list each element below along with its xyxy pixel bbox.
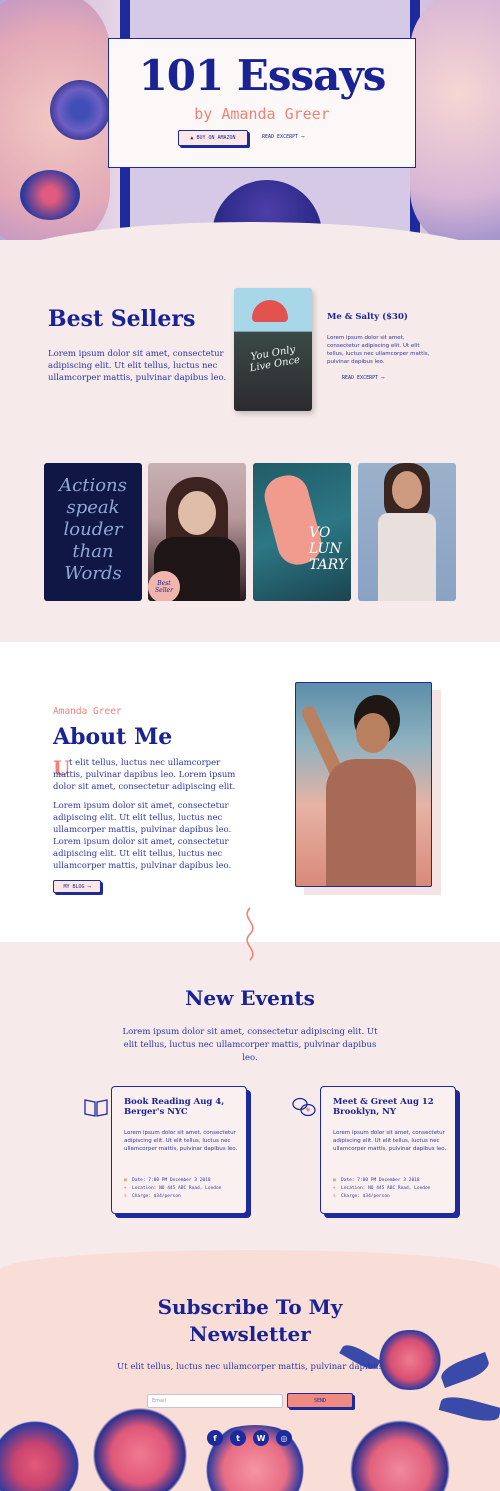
newsletter-title: Subscribe To My Newsletter: [0, 1294, 500, 1348]
event-meta: ▦ Date: 7:00 PM December 3 2018 ⌖ Location…: [124, 1177, 244, 1201]
about-paragraph-2: Lorem ipsum dolor sit amet, consectetur …: [53, 801, 232, 871]
event-title: Book Reading Aug 4, Berger's NYC: [124, 1097, 225, 1117]
event-card[interactable]: Meet & Greet Aug 12 Brooklyn, NY Lorem i…: [320, 1086, 456, 1214]
event-meta: ▦ Date: 7:00 PM December 3 2018 ⌖ Location…: [333, 1177, 453, 1201]
best-sellers-text: Lorem ipsum dolor sit amet, consectetur …: [48, 349, 227, 383]
featured-cover-text: You Only Live Once: [249, 344, 301, 375]
newsletter-title-line-2: Newsletter: [189, 1322, 311, 1346]
event-date: Date: 7:00 PM December 3 2018: [132, 1178, 211, 1183]
event-description: Lorem ipsum dolor sit amet, consectetur …: [333, 1130, 447, 1152]
buy-on-amazon-button[interactable]: ▲ BUY ON AMAZON: [178, 130, 248, 146]
best-sellers-title: Best Sellers: [48, 306, 196, 332]
rose-tattoo-icon: [50, 80, 110, 140]
author-portrait: [295, 682, 432, 887]
newsletter-subtitle: Ut elit tellus, luctus nec ullamcorper m…: [117, 1362, 383, 1372]
event-title: Meet & Greet Aug 12 Brooklyn, NY: [333, 1097, 434, 1117]
hero-title-card: 101 Essays by Amanda Greer: [108, 38, 416, 168]
about-pre-title: Amanda Greer: [53, 706, 122, 717]
portrait-face: [392, 471, 422, 509]
cover-text: VO LUN TARY: [309, 525, 348, 573]
facebook-icon[interactable]: f: [207, 1430, 223, 1446]
location-pin-icon: ⌖: [333, 1186, 336, 1191]
book-cover-dream[interactable]: [358, 463, 456, 601]
event-charge: Charge: $34/person: [341, 1194, 390, 1199]
location-pin-icon: ⌖: [124, 1186, 127, 1191]
event-charge: Charge: $34/person: [132, 1194, 181, 1199]
dollar-icon: $: [333, 1194, 336, 1199]
instagram-icon[interactable]: ◎: [276, 1430, 292, 1446]
featured-book-cover[interactable]: You Only Live Once: [234, 288, 312, 411]
featured-read-excerpt-link[interactable]: READ EXCERPT ⟶: [342, 375, 384, 381]
events-title: New Events: [185, 986, 315, 1010]
portrait-shirt: [378, 513, 436, 601]
book-author: by Amanda Greer: [194, 105, 330, 123]
event-location: Location: NO 445 ABC Road, London: [341, 1186, 431, 1191]
hero-section: 101 Essays by Amanda Greer ▲ BUY ON AMAZ…: [0, 0, 500, 240]
read-excerpt-link[interactable]: READ EXCERPT ⟶: [262, 134, 304, 140]
dollar-icon: $: [124, 1194, 127, 1199]
best-seller-badge: Best Seller: [148, 571, 180, 601]
book-cover-best-seller[interactable]: Best Seller: [148, 463, 246, 601]
featured-book-description: Lorem ipsum dolor sit amet, consectetur …: [327, 335, 430, 365]
wordpress-icon[interactable]: W: [253, 1430, 269, 1446]
my-blog-button[interactable]: MY BLOG ⟶: [53, 880, 101, 893]
squiggle-divider-icon: [246, 907, 254, 961]
featured-book-name: Me & Salty ($30): [327, 312, 408, 322]
twitter-icon[interactable]: t: [230, 1430, 246, 1446]
about-paragraph-1: t elit tellus, luctus nec ullamcorper ma…: [53, 758, 236, 792]
chat-bubbles-icon: [292, 1097, 316, 1117]
open-book-icon: [84, 1099, 108, 1117]
red-cap-icon: [252, 300, 288, 322]
portrait-body: [326, 759, 416, 886]
calendar-icon: ▦: [333, 1178, 336, 1183]
event-card[interactable]: Book Reading Aug 4, Berger's NYC Lorem i…: [111, 1086, 247, 1214]
portrait-face: [356, 713, 390, 753]
events-subtitle: Lorem ipsum dolor sit amet, consectetur …: [122, 1027, 378, 1063]
book-cover-grid: Actions speak louder than Words Best Sel…: [44, 463, 456, 603]
event-location: Location: NO 445 ABC Road, London: [132, 1186, 222, 1191]
hero-illustration-shoulder: [410, 0, 500, 240]
portrait-face: [178, 491, 216, 535]
cover-text: Actions speak louder than Words: [59, 475, 127, 584]
newsletter-title-line-1: Subscribe To My: [157, 1295, 343, 1319]
send-button[interactable]: SEND: [287, 1393, 353, 1408]
event-date: Date: 7:00 PM December 3 2018: [341, 1178, 420, 1183]
event-description: Lorem ipsum dolor sit amet, consectetur …: [124, 1130, 238, 1152]
buy-on-amazon-label: BUY ON AMAZON: [196, 135, 236, 141]
calendar-icon: ▦: [124, 1178, 127, 1183]
about-title: About Me: [53, 724, 173, 750]
amazon-icon: ▲: [190, 135, 194, 141]
flower-tattoo-icon: [20, 170, 80, 220]
book-cover-actions[interactable]: Actions speak louder than Words: [44, 463, 142, 601]
book-cover-voluntary[interactable]: VO LUN TARY: [253, 463, 351, 601]
book-title: 101 Essays: [138, 51, 387, 100]
